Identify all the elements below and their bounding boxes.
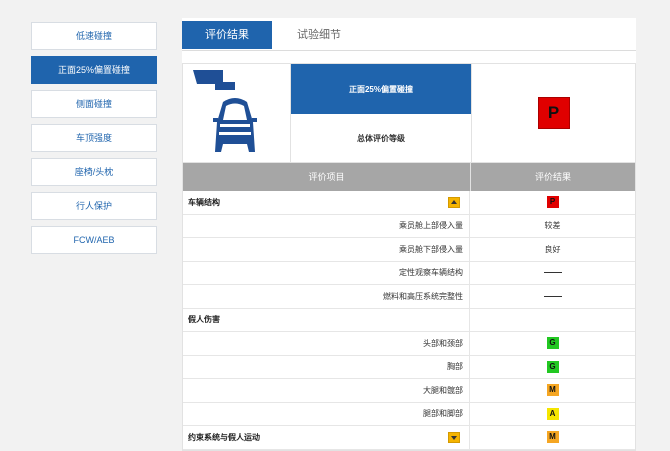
row-label-cell: 车辆结构 [183, 191, 470, 214]
row-label: 大腿和髋部 [423, 385, 463, 395]
row-label: 假人伤害 [188, 315, 220, 325]
row-label: 定性观察车辆结构 [399, 268, 463, 278]
overall-rating-badge: P [537, 97, 570, 129]
table-row: 胸部 G [183, 355, 635, 379]
table-row: 大腿和髋部 M [183, 379, 635, 403]
results-table-body: 车辆结构 P 乘员舱上部侵入量 较差乘员舱下部侵入量 良好定性观察车辆结构燃料和高压系统… [183, 191, 635, 450]
not-applicable-dash [543, 272, 562, 274]
col-header-item: 评价项目 [183, 163, 471, 191]
row-label: 胸部 [447, 362, 463, 372]
offset-crash-car-icon [193, 70, 257, 152]
sidebar-item-low-speed[interactable]: 低速碰撞 [31, 22, 157, 50]
row-label-cell: 头部和颈部 [183, 332, 470, 355]
row-label: 乘员舱下部侵入量 [399, 244, 463, 254]
table-row: 乘员舱上部侵入量 较差 [183, 214, 635, 238]
table-row: 乘员舱下部侵入量 良好 [183, 238, 635, 262]
table-header: 评价项目 评价结果 [183, 163, 635, 191]
row-label: 燃料和高压系统完整性 [383, 291, 463, 301]
main-content: 评价结果 试验细节 正面25%偏置碰撞 总体评价等级 P 评价项目 评价结果 车… [182, 18, 636, 451]
test-icon-cell [183, 64, 291, 162]
row-label-cell: 乘员舱下部侵入量 [183, 238, 470, 261]
row-label: 头部和颈部 [423, 338, 463, 348]
rating-badge: A [546, 407, 559, 420]
row-label-cell: 乘员舱上部侵入量 [183, 214, 470, 237]
row-result-cell: P [470, 191, 635, 214]
table-row: 腿部和脚部 A [183, 402, 635, 426]
tab-results[interactable]: 评价结果 [182, 21, 272, 49]
row-result-cell: 良好 [470, 238, 635, 261]
row-label-cell: 约束系统与假人运动 [183, 426, 470, 449]
test-name: 正面25%偏置碰撞 [291, 64, 471, 114]
rating-badge: G [546, 360, 559, 373]
row-label-cell: 假人伤害 [183, 308, 470, 331]
row-label-cell: 定性观察车辆结构 [183, 261, 470, 284]
sidebar-item-seat-headrest[interactable]: 座椅/头枕 [31, 158, 157, 186]
app-root: 低速碰撞 正面25%偏置碰撞 侧面碰撞 车顶强度 座椅/头枕 行人保护 FCW/… [0, 0, 670, 451]
table-row: 定性观察车辆结构 [183, 261, 635, 285]
results-panel: 正面25%偏置碰撞 总体评价等级 P 评价项目 评价结果 车辆结构 P 乘员舱上部侵… [182, 63, 636, 451]
row-result-cell: M [470, 426, 635, 449]
row-label-cell: 腿部和脚部 [183, 402, 470, 425]
sidebar: 低速碰撞 正面25%偏置碰撞 侧面碰撞 车顶强度 座椅/头枕 行人保护 FCW/… [31, 22, 157, 260]
expand-up-icon[interactable] [448, 197, 460, 208]
row-result-cell: G [470, 356, 635, 379]
sidebar-item-pedestrian[interactable]: 行人保护 [31, 192, 157, 220]
sidebar-item-small-overlap[interactable]: 正面25%偏置碰撞 [31, 56, 157, 84]
rating-badge: G [546, 337, 559, 350]
summary-block: 正面25%偏置碰撞 总体评价等级 P [183, 64, 635, 163]
overall-rating-cell: P [472, 64, 635, 162]
row-label: 乘员舱上部侵入量 [399, 221, 463, 231]
summary-text-cell: 正面25%偏置碰撞 总体评价等级 [291, 64, 472, 162]
table-row: 燃料和高压系统完整性 [183, 285, 635, 309]
not-applicable-dash [543, 295, 562, 297]
row-label: 车辆结构 [188, 197, 220, 207]
tab-bar: 评价结果 试验细节 [182, 18, 636, 51]
table-row: 头部和颈部 G [183, 332, 635, 356]
row-result-cell [470, 285, 635, 308]
row-result-cell: A [470, 403, 635, 426]
sidebar-item-roof-strength[interactable]: 车顶强度 [31, 124, 157, 152]
rating-badge: M [546, 431, 559, 444]
overall-rating-label: 总体评价等级 [357, 133, 405, 143]
row-label-cell: 燃料和高压系统完整性 [183, 285, 470, 308]
row-result-cell: 较差 [470, 215, 635, 238]
tab-test-details[interactable]: 试验细节 [284, 21, 354, 49]
row-label: 约束系统与假人运动 [188, 432, 260, 442]
rating-text: 较差 [544, 221, 561, 231]
table-row: 假人伤害 [183, 308, 635, 332]
sidebar-item-side-impact[interactable]: 侧面碰撞 [31, 90, 157, 118]
sidebar-item-fcw-aeb[interactable]: FCW/AEB [31, 226, 157, 254]
rating-text: 良好 [544, 244, 561, 254]
rating-badge: P [546, 196, 559, 209]
row-label-cell: 大腿和髋部 [183, 379, 470, 402]
row-result-cell: M [470, 379, 635, 402]
row-label-cell: 胸部 [183, 355, 470, 378]
row-label: 腿部和脚部 [423, 409, 463, 419]
row-result-cell: G [470, 332, 635, 355]
row-result-cell [470, 262, 635, 285]
row-result-cell [470, 309, 635, 332]
table-row: 车辆结构 P [183, 191, 635, 215]
rating-badge: M [546, 384, 559, 397]
expand-down-icon[interactable] [448, 432, 460, 443]
table-row: 约束系统与假人运动 M [183, 426, 635, 450]
col-header-result: 评价结果 [534, 172, 571, 182]
